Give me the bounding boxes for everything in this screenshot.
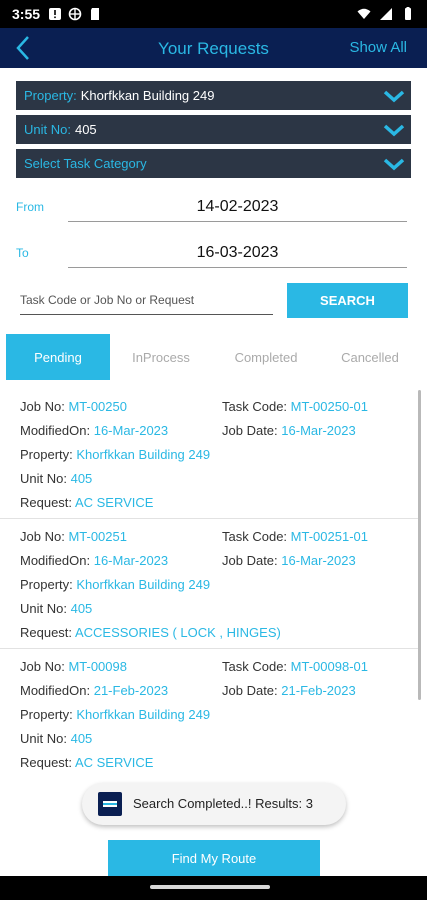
chevron-down-icon xyxy=(383,90,405,103)
property-value: Khorfkkan Building 249 xyxy=(76,707,211,722)
chevron-down-icon xyxy=(383,124,405,137)
job-no-row: Job No: MT-00098 xyxy=(20,659,127,674)
to-date-label: To xyxy=(16,246,29,260)
chevron-down-icon xyxy=(383,158,405,171)
task-code-row: Task Code: MT-00251-01 xyxy=(222,529,368,544)
status-tabs: Pending InProcess Completed Cancelled xyxy=(0,334,427,380)
task-category-dropdown-label: Select Task Category xyxy=(24,156,147,171)
property-dropdown[interactable]: Property: Khorfkkan Building 249 xyxy=(16,81,411,110)
show-all-link[interactable]: Show All xyxy=(349,39,407,56)
task-category-dropdown[interactable]: Select Task Category xyxy=(16,149,411,178)
wifi-icon xyxy=(357,8,371,19)
app-logo-icon xyxy=(98,792,122,816)
signal-icon xyxy=(380,8,392,20)
tab-completed[interactable]: Completed xyxy=(214,334,318,380)
from-date-label: From xyxy=(16,200,44,214)
property-value: Khorfkkan Building 249 xyxy=(76,447,211,462)
modified-on-row: ModifiedOn: 16-Mar-2023 xyxy=(20,423,169,438)
search-toast: Search Completed..! Results: 3 xyxy=(82,783,346,825)
tab-inprocess[interactable]: InProcess xyxy=(110,334,212,380)
battery-icon xyxy=(405,7,411,20)
job-date-value: 21-Feb-2023 xyxy=(281,683,356,698)
property-dropdown-value: Khorfkkan Building 249 xyxy=(80,88,215,103)
to-date-field[interactable]: 16-03-2023 xyxy=(68,236,407,268)
job-no-value: MT-00250 xyxy=(68,399,127,414)
find-my-route-button[interactable]: Find My Route xyxy=(108,840,320,876)
job-date-value: 16-Mar-2023 xyxy=(281,553,356,568)
property-row: Property: Khorfkkan Building 249 xyxy=(20,577,211,592)
job-no-value: MT-00098 xyxy=(68,659,127,674)
modified-on-value: 16-Mar-2023 xyxy=(93,423,169,438)
unit-no-value: 405 xyxy=(70,471,93,486)
status-time: 3:55 xyxy=(12,6,41,22)
request-row: Request: AC SERVICE xyxy=(20,495,154,510)
app-screen: 3:55 Your Requests Show All Property: Kh… xyxy=(0,0,427,900)
job-date-row: Job Date: 16-Mar-2023 xyxy=(222,553,356,568)
job-no-value: MT-00251 xyxy=(68,529,127,544)
job-card[interactable]: Job No: MT-00098 Task Code: MT-00098-01 … xyxy=(0,649,418,783)
job-date-value: 16-Mar-2023 xyxy=(281,423,356,438)
unit-no-row: Unit No: 405 xyxy=(20,731,93,746)
modified-on-row: ModifiedOn: 21-Feb-2023 xyxy=(20,683,169,698)
unit-no-row: Unit No: 405 xyxy=(20,471,93,486)
vpn-globe-icon xyxy=(68,7,82,21)
job-no-row: Job No: MT-00251 xyxy=(20,529,127,544)
request-row: Request: AC SERVICE xyxy=(20,755,154,770)
modified-on-row: ModifiedOn: 16-Mar-2023 xyxy=(20,553,169,568)
unit-dropdown-value: 405 xyxy=(74,122,97,137)
property-value: Khorfkkan Building 249 xyxy=(76,577,211,592)
toast-message: Search Completed..! Results: 3 xyxy=(133,796,313,811)
job-date-row: Job Date: 16-Mar-2023 xyxy=(222,423,356,438)
system-nav-bar xyxy=(0,876,427,900)
property-dropdown-label: Property: xyxy=(24,88,77,103)
property-row: Property: Khorfkkan Building 249 xyxy=(20,707,211,722)
from-date-field[interactable]: 14-02-2023 xyxy=(68,190,407,222)
property-row: Property: Khorfkkan Building 249 xyxy=(20,447,211,462)
request-value: ACCESSORIES ( LOCK , HINGES) xyxy=(74,625,281,640)
task-code-value: MT-00250-01 xyxy=(290,399,368,414)
modified-on-value: 21-Feb-2023 xyxy=(93,683,169,698)
request-value: AC SERVICE xyxy=(74,755,154,770)
list-scrollbar[interactable] xyxy=(418,390,421,700)
task-code-row: Task Code: MT-00098-01 xyxy=(222,659,368,674)
task-code-value: MT-00251-01 xyxy=(290,529,368,544)
search-button[interactable]: SEARCH xyxy=(287,283,408,318)
status-bar: 3:55 xyxy=(0,0,427,28)
task-code-value: MT-00098-01 xyxy=(290,659,368,674)
job-list: Job No: MT-00250 Task Code: MT-00250-01 … xyxy=(0,388,427,783)
sd-card-icon xyxy=(91,8,100,20)
tab-pending[interactable]: Pending xyxy=(6,334,110,380)
unit-dropdown-label: Unit No: xyxy=(24,122,71,137)
home-gesture-handle[interactable] xyxy=(150,885,270,889)
job-card[interactable]: Job No: MT-00250 Task Code: MT-00250-01 … xyxy=(0,388,418,519)
unit-no-value: 405 xyxy=(70,601,93,616)
task-code-row: Task Code: MT-00250-01 xyxy=(222,399,368,414)
request-value: AC SERVICE xyxy=(74,495,154,510)
request-row: Request: ACCESSORIES ( LOCK , HINGES) xyxy=(20,625,281,640)
search-input[interactable] xyxy=(20,285,273,315)
app-header: Your Requests Show All xyxy=(0,28,427,68)
job-card[interactable]: Job No: MT-00251 Task Code: MT-00251-01 … xyxy=(0,519,418,649)
job-no-row: Job No: MT-00250 xyxy=(20,399,127,414)
job-date-row: Job Date: 21-Feb-2023 xyxy=(222,683,356,698)
modified-on-value: 16-Mar-2023 xyxy=(93,553,169,568)
tab-cancelled[interactable]: Cancelled xyxy=(318,334,422,380)
warning-icon xyxy=(49,8,62,20)
unit-no-value: 405 xyxy=(70,731,93,746)
unit-dropdown[interactable]: Unit No: 405 xyxy=(16,115,411,144)
unit-no-row: Unit No: 405 xyxy=(20,601,93,616)
